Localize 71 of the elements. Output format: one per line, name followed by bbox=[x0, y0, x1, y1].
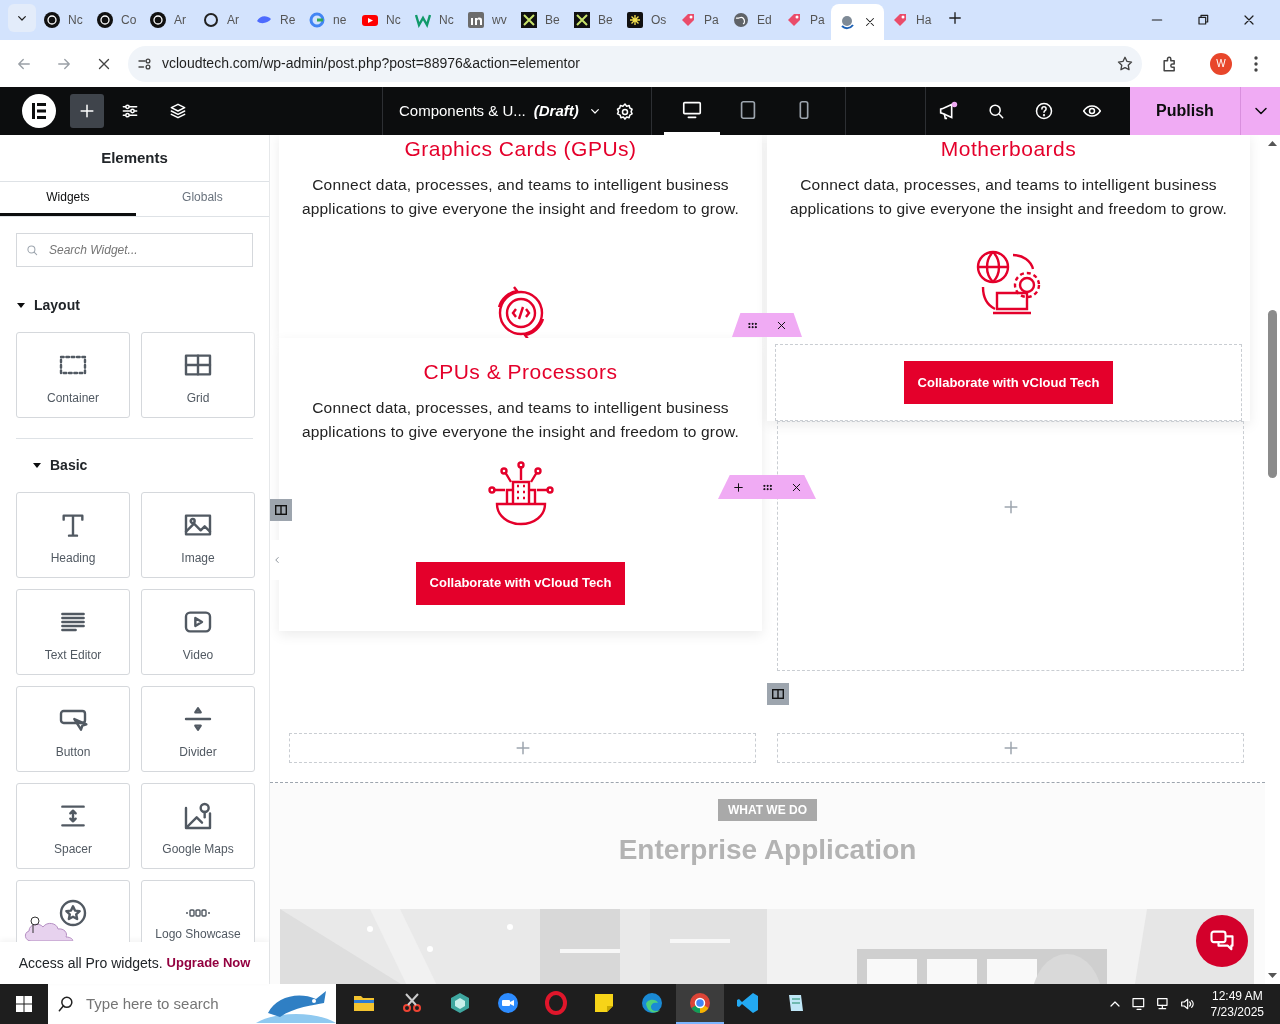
tab-title: Nc bbox=[439, 12, 454, 29]
section-header[interactable]: Basic bbox=[16, 437, 253, 476]
tab-title: Ar bbox=[227, 12, 239, 29]
browser-tab[interactable]: Be bbox=[513, 4, 566, 36]
widget-tile[interactable]: Grid bbox=[141, 331, 255, 418]
promo-text: Access all Pro widgets. bbox=[18, 953, 163, 973]
browser-tab[interactable]: Ar bbox=[195, 4, 248, 36]
card-text: Connect data, processes, and teams to intelligent business applications to give everyone the insight and freedom to grow. bbox=[300, 397, 741, 442]
tab-title: Nc bbox=[386, 12, 401, 29]
section-tag: WHAT WE DO bbox=[717, 799, 818, 821]
collaborate-button[interactable]: Collaborate with vCloud Tech bbox=[903, 361, 1114, 404]
tab-title: Ha bbox=[916, 12, 932, 29]
browser-tab[interactable]: Nc bbox=[407, 4, 460, 36]
document-title: Components & U... bbox=[399, 100, 526, 121]
widget-tile[interactable]: Video bbox=[141, 588, 255, 675]
browser-tab[interactable]: Nc bbox=[354, 4, 407, 36]
widget-tile[interactable]: Text Editor bbox=[16, 588, 130, 675]
widget-tile[interactable]: Divider bbox=[141, 685, 255, 772]
widget-tile[interactable]: Container bbox=[16, 331, 130, 418]
widget-tile[interactable]: Heading bbox=[16, 491, 130, 578]
tab-title: wv bbox=[492, 12, 507, 29]
card-title: CPUs & Processors bbox=[423, 359, 618, 385]
browser-tab[interactable]: Os bbox=[619, 4, 672, 36]
browser-tab[interactable]: Be bbox=[566, 4, 619, 36]
card-text: Connect data, processes, and teams to intelligent business applications to give everyone the insight and freedom to grow. bbox=[788, 174, 1229, 219]
panel-tab[interactable]: Widgets bbox=[0, 181, 136, 216]
browser-tab[interactable]: Pa bbox=[778, 4, 831, 36]
browser-tab[interactable]: ne bbox=[301, 4, 354, 36]
draft-status: (Draft) bbox=[533, 100, 579, 121]
widget-tile[interactable]: Google Maps bbox=[141, 782, 255, 869]
upgrade-link[interactable]: Upgrade Now bbox=[166, 953, 251, 973]
browser-tab[interactable]: Re bbox=[248, 4, 301, 36]
search-field[interactable]: Search Widget... bbox=[16, 232, 253, 267]
tab-title: Re bbox=[280, 12, 296, 29]
clock-time[interactable]: 12:49 AM bbox=[1210, 988, 1264, 1004]
tab-title: ne bbox=[333, 12, 347, 29]
browser-tab[interactable]: Nc bbox=[36, 4, 89, 36]
search-input[interactable]: Search Widget... bbox=[47, 239, 244, 260]
browser-tab[interactable]: Co bbox=[89, 4, 142, 36]
address-field[interactable]: vcloudtech.com/wp-admin/post.php?post=88976&action=elementor bbox=[128, 45, 1142, 82]
panel-title: Elements bbox=[0, 135, 269, 182]
taskbar-search-field[interactable]: Type here to search bbox=[48, 984, 336, 1024]
tab-title: Co bbox=[121, 12, 137, 29]
card-title: Motherboards bbox=[940, 136, 1077, 162]
card-text: Connect data, processes, and teams to intelligent business applications to give everyone the insight and freedom to grow. bbox=[300, 174, 741, 219]
clock-date[interactable]: 7/23/2025 bbox=[1210, 1004, 1264, 1020]
profile-avatar[interactable]: W bbox=[1210, 52, 1232, 75]
tab-title: Be bbox=[545, 12, 560, 29]
tab-title: Pa bbox=[704, 12, 719, 29]
browser-tab[interactable]: Ed bbox=[725, 4, 778, 36]
panel-tab[interactable]: Globals bbox=[135, 181, 269, 216]
section-heading: Enterprise Application bbox=[618, 833, 917, 867]
card-title: Graphics Cards (GPUs) bbox=[404, 136, 637, 162]
browser-tab[interactable]: Ha bbox=[884, 4, 937, 36]
widget-tile[interactable]: Logo Showcase bbox=[141, 879, 255, 942]
collaborate-button[interactable]: Collaborate with vCloud Tech bbox=[415, 561, 626, 605]
section-header[interactable]: Layout bbox=[16, 294, 253, 316]
tab-title: Os bbox=[651, 12, 667, 29]
widget-tile[interactable]: Image bbox=[141, 491, 255, 578]
widget-tile[interactable]: Button bbox=[16, 685, 130, 772]
browser-tab[interactable]: wv bbox=[460, 4, 513, 36]
tab-title: Nc bbox=[68, 12, 83, 29]
tab-title: Be bbox=[598, 12, 613, 29]
taskbar-search-input[interactable]: Type here to search bbox=[84, 991, 224, 1017]
tab-title: Ed bbox=[757, 12, 772, 29]
browser-tab[interactable]: Ar bbox=[142, 4, 195, 36]
tab-title: Ar bbox=[174, 12, 186, 29]
tab-title: Pa bbox=[810, 12, 825, 29]
browser-tab[interactable]: Pa bbox=[672, 4, 725, 36]
publish-button[interactable]: Publish bbox=[1130, 87, 1240, 135]
widget-tile[interactable]: Spacer bbox=[16, 782, 130, 869]
